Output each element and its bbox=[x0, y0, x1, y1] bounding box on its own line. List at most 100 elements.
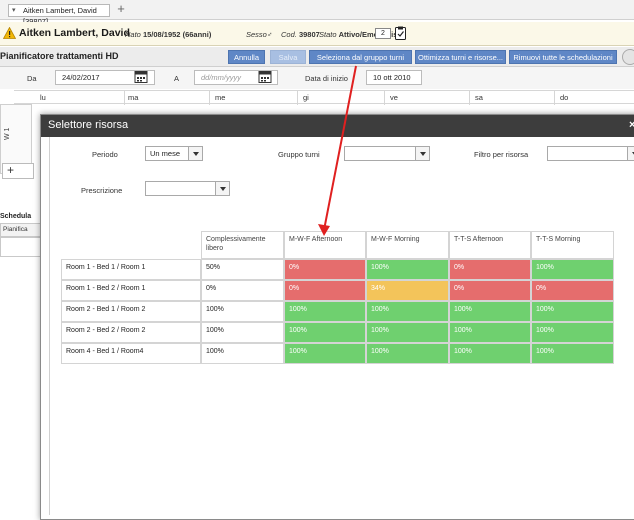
date-filter-row: Da 24/02/2017 A dd/mm/yyyy Data di inizi… bbox=[0, 67, 634, 89]
dialog-header: Selettore risorsa × bbox=[41, 115, 634, 137]
resource-selector-dialog: Selettore risorsa × Periodo Un mese Grup… bbox=[40, 114, 634, 520]
slot-cell[interactable]: 100% bbox=[366, 301, 449, 322]
free-percentage: 100% bbox=[201, 343, 284, 364]
slot-cell[interactable]: 0% bbox=[449, 259, 531, 280]
column-header: T-T-S Morning bbox=[531, 231, 614, 259]
select-from-shift-group-button[interactable]: Seleziona dal gruppo turni bbox=[309, 50, 412, 64]
dialog-body: Periodo Un mese Gruppo turni Filtro per … bbox=[49, 137, 634, 515]
free-percentage: 100% bbox=[201, 322, 284, 343]
status-label: Stato bbox=[319, 30, 337, 39]
page-title: Pianificatore trattamenti HD bbox=[0, 51, 119, 61]
tab-bar: ▾ Aitken Lambert, David [39807] + bbox=[0, 0, 634, 26]
chevron-down-icon[interactable] bbox=[188, 147, 202, 160]
period-label: Periodo bbox=[92, 150, 118, 159]
cancel-button[interactable]: Annulla bbox=[228, 50, 265, 64]
sex-info: Sesso♂ bbox=[246, 30, 272, 39]
slot-cell[interactable]: 100% bbox=[531, 322, 614, 343]
calendar-icon[interactable] bbox=[258, 70, 272, 84]
sex-label: Sesso bbox=[246, 30, 267, 39]
slot-cell[interactable]: 100% bbox=[284, 301, 366, 322]
column-header: M-W-F Morning bbox=[366, 231, 449, 259]
shift-group-label: Gruppo turni bbox=[278, 150, 320, 159]
divider bbox=[384, 91, 385, 105]
patient-banner: Aitken Lambert, David Nato 15/08/1952 (6… bbox=[0, 22, 634, 46]
slot-cell[interactable]: 0% bbox=[284, 259, 366, 280]
period-select[interactable]: Un mese bbox=[145, 146, 203, 161]
slot-cell[interactable]: 100% bbox=[366, 259, 449, 280]
weekday-label: me bbox=[215, 93, 226, 102]
start-date-label: Data di inizio bbox=[305, 74, 348, 83]
count-badge[interactable]: 2 bbox=[375, 28, 391, 39]
to-label: A bbox=[174, 74, 180, 83]
weekday-header: lu ma me gi ve sa do bbox=[14, 90, 634, 105]
slot-cell[interactable]: 100% bbox=[449, 322, 531, 343]
prescription-label: Prescrizione bbox=[81, 186, 123, 195]
slot-cell[interactable]: 100% bbox=[531, 301, 614, 322]
resource-name: Room 2 - Bed 2 / Room 2 bbox=[61, 322, 201, 343]
slot-cell[interactable]: 100% bbox=[531, 343, 614, 364]
slot-cell[interactable]: 100% bbox=[284, 322, 366, 343]
chevron-down-icon[interactable] bbox=[627, 147, 634, 160]
resource-name: Room 1 - Bed 1 / Room 1 bbox=[61, 259, 201, 280]
column-header: T-T-S Afternoon bbox=[449, 231, 531, 259]
divider bbox=[469, 91, 470, 105]
week-label: W 1 bbox=[4, 127, 11, 140]
slot-cell[interactable]: 0% bbox=[531, 280, 614, 301]
clipboard-icon[interactable] bbox=[395, 26, 406, 40]
weekday-label: gi bbox=[303, 93, 309, 102]
weekday-label: sa bbox=[475, 93, 483, 102]
slot-cell[interactable]: 0% bbox=[284, 280, 366, 301]
column-header: M-W-F Afternoon bbox=[284, 231, 366, 259]
chevron-down-icon[interactable] bbox=[415, 147, 429, 160]
add-week-button[interactable]: + bbox=[2, 163, 34, 179]
divider bbox=[209, 91, 210, 105]
tab-patient[interactable]: ▾ Aitken Lambert, David [39807] bbox=[8, 4, 110, 26]
slot-cell[interactable]: 100% bbox=[366, 322, 449, 343]
dob-info: Nato 15/08/1952 (66anni) bbox=[125, 30, 211, 39]
free-percentage: 100% bbox=[201, 301, 284, 322]
code-value: 39807 bbox=[298, 30, 320, 39]
chevron-down-icon[interactable]: ▾ bbox=[12, 5, 16, 16]
dialog-title: Selettore risorsa bbox=[48, 119, 129, 131]
resource-filter-label: Filtro per risorsa bbox=[474, 150, 529, 159]
shift-group-select[interactable] bbox=[344, 146, 430, 161]
start-date-field[interactable]: 10 ott 2010 bbox=[366, 70, 422, 85]
age-value: (66anni) bbox=[182, 30, 212, 39]
weekday-label: ve bbox=[390, 93, 398, 102]
weekday-label: ma bbox=[128, 93, 139, 102]
dob-value: 15/08/1952 bbox=[142, 30, 181, 39]
patient-name: Aitken Lambert, David bbox=[19, 27, 130, 39]
free-percentage: 50% bbox=[201, 259, 284, 280]
slot-cell[interactable]: 34% bbox=[366, 280, 449, 301]
period-select-value: Un mese bbox=[150, 149, 181, 158]
remove-all-schedules-button[interactable]: Rimuovi tutte le schedulazioni bbox=[509, 50, 617, 64]
free-percentage: 0% bbox=[201, 280, 284, 301]
divider bbox=[124, 91, 125, 105]
slot-cell[interactable]: 100% bbox=[531, 259, 614, 280]
slot-cell[interactable]: 100% bbox=[366, 343, 449, 364]
weekday-label: do bbox=[560, 93, 569, 102]
add-tab-button[interactable]: + bbox=[114, 2, 128, 16]
from-label: Da bbox=[27, 74, 37, 83]
chevron-down-icon[interactable] bbox=[215, 182, 229, 195]
slot-cell[interactable]: 100% bbox=[449, 343, 531, 364]
slot-cell[interactable]: 100% bbox=[449, 301, 531, 322]
resource-name: Room 4 - Bed 1 / Room4 bbox=[61, 343, 201, 364]
divider bbox=[297, 91, 298, 105]
resource-name: Room 2 - Bed 1 / Room 2 bbox=[61, 301, 201, 322]
close-icon[interactable]: × bbox=[629, 119, 634, 131]
prescription-select[interactable] bbox=[145, 181, 230, 196]
toolbar: Pianificatore trattamenti HD Annulla Sal… bbox=[0, 47, 634, 67]
slot-cell[interactable]: 0% bbox=[449, 280, 531, 301]
divider bbox=[554, 91, 555, 105]
male-icon: ♂ bbox=[266, 30, 273, 39]
code-info: Cod. 39807 bbox=[281, 30, 320, 39]
settings-icon[interactable] bbox=[622, 49, 634, 65]
save-button[interactable]: Salva bbox=[270, 50, 306, 64]
code-label: Cod. bbox=[281, 30, 297, 39]
resource-name: Room 1 - Bed 2 / Room 1 bbox=[61, 280, 201, 301]
optimize-shifts-button[interactable]: Ottimizza turni e risorse... bbox=[415, 50, 506, 64]
resource-filter-select[interactable] bbox=[547, 146, 634, 161]
slot-cell[interactable]: 100% bbox=[284, 343, 366, 364]
calendar-icon[interactable] bbox=[134, 70, 148, 84]
